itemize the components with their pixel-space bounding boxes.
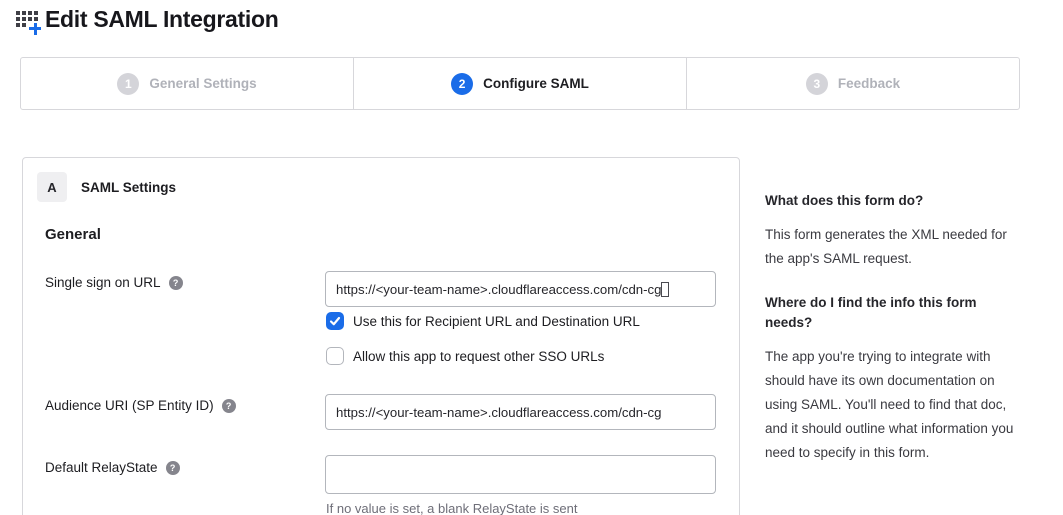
section-title: SAML Settings <box>81 180 176 195</box>
step-label: Configure SAML <box>483 76 589 91</box>
sso-url-label: Single sign on URL ? <box>45 275 183 290</box>
help-icon[interactable]: ? <box>169 276 183 290</box>
section-badge: A <box>37 172 67 202</box>
text-cursor-icon <box>661 282 669 297</box>
step-number-badge: 3 <box>806 73 828 95</box>
sso-url-value: https://<your-team-name>.cloudflareacces… <box>336 282 661 297</box>
page-header: Edit SAML Integration <box>16 6 279 33</box>
check-icon <box>329 315 341 327</box>
audience-uri-value: https://<your-team-name>.cloudflareacces… <box>336 405 661 420</box>
page-title: Edit SAML Integration <box>45 6 279 33</box>
other-sso-checkbox-label[interactable]: Allow this app to request other SSO URLs <box>353 349 604 364</box>
sidebar-body-2: The app you're trying to integrate with … <box>765 345 1019 465</box>
wizard-stepper: 1 General Settings 2 Configure SAML 3 Fe… <box>20 57 1020 110</box>
sso-url-input[interactable]: https://<your-team-name>.cloudflareacces… <box>325 271 716 307</box>
relaystate-helper-text: If no value is set, a blank RelayState i… <box>326 501 577 515</box>
step-label: General Settings <box>149 76 256 91</box>
help-sidebar: What does this form do? This form genera… <box>765 191 1019 465</box>
plus-icon <box>29 23 41 35</box>
general-heading: General <box>45 226 101 243</box>
recipient-url-checkbox-label[interactable]: Use this for Recipient URL and Destinati… <box>353 314 640 329</box>
step-feedback[interactable]: 3 Feedback <box>687 58 1019 109</box>
help-icon[interactable]: ? <box>222 399 236 413</box>
step-number-badge: 1 <box>117 73 139 95</box>
other-sso-checkbox[interactable] <box>326 347 344 365</box>
saml-settings-panel: A SAML Settings General Single sign on U… <box>22 157 740 515</box>
edit-saml-integration-page: Edit SAML Integration 1 General Settings… <box>0 0 1063 515</box>
help-icon[interactable]: ? <box>166 461 180 475</box>
recipient-url-checkbox[interactable] <box>326 312 344 330</box>
app-grid-plus-icon <box>16 8 42 32</box>
step-label: Feedback <box>838 76 900 91</box>
step-general-settings[interactable]: 1 General Settings <box>21 58 354 109</box>
other-sso-checkbox-row: Allow this app to request other SSO URLs <box>326 347 604 365</box>
relaystate-input[interactable] <box>325 455 716 494</box>
recipient-url-checkbox-row: Use this for Recipient URL and Destinati… <box>326 312 640 330</box>
step-number-badge: 2 <box>451 73 473 95</box>
sidebar-heading-1: What does this form do? <box>765 191 1019 211</box>
step-configure-saml[interactable]: 2 Configure SAML <box>354 58 687 109</box>
sidebar-body-1: This form generates the XML needed for t… <box>765 223 1019 271</box>
audience-uri-label: Audience URI (SP Entity ID) ? <box>45 398 236 413</box>
audience-uri-input[interactable]: https://<your-team-name>.cloudflareacces… <box>325 394 716 430</box>
relaystate-label: Default RelayState ? <box>45 460 180 475</box>
sidebar-heading-2: Where do I find the info this form needs… <box>765 293 1019 333</box>
